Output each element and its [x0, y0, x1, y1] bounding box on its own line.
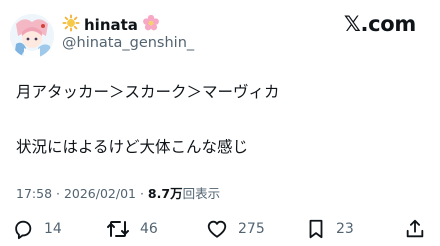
reply-count: 14 [44, 221, 62, 237]
cherry-blossom-icon [142, 14, 160, 36]
repost-icon [106, 218, 130, 240]
post-time[interactable]: 17:58 [16, 186, 52, 201]
author-name: hinata [84, 16, 138, 34]
meta-separator: · [52, 186, 64, 201]
bookmark-icon [306, 218, 326, 240]
sun-icon [62, 14, 80, 36]
repost-count: 46 [140, 221, 158, 237]
heart-icon [206, 218, 228, 240]
meta-separator: · [136, 186, 148, 201]
post-meta: 17:58 · 2026/02/01 · 8.7万回表示 [16, 183, 220, 202]
bookmark-button[interactable]: 23 [306, 216, 354, 242]
bookmark-count: 23 [336, 221, 354, 237]
x-logo: 𝕏.com [343, 12, 416, 36]
repost-button[interactable]: 46 [106, 216, 158, 242]
reply-icon [12, 218, 34, 240]
view-count: 8.7万 [147, 186, 183, 201]
author-handle[interactable]: @hinata_genshin_ [62, 35, 194, 51]
share-button[interactable] [404, 216, 426, 242]
like-count: 275 [238, 221, 265, 237]
action-bar: 14 46 275 23 [0, 216, 440, 242]
like-button[interactable]: 275 [206, 216, 265, 242]
x-logo-text: 𝕏.com [343, 12, 416, 36]
post-text-line-1: 月アタッカー＞スカーク＞マーヴィカ [16, 83, 280, 101]
post-date[interactable]: 2026/02/01 [64, 186, 136, 201]
post-text-line-2: 状況にはよるけど大体こんな感じ [16, 138, 249, 156]
share-icon [404, 218, 426, 240]
view-count-label: 回表示 [182, 186, 221, 201]
avatar-illustration [10, 14, 54, 58]
author-name-row[interactable]: hinata [62, 14, 160, 36]
avatar[interactable] [10, 14, 54, 58]
reply-button[interactable]: 14 [12, 216, 62, 242]
